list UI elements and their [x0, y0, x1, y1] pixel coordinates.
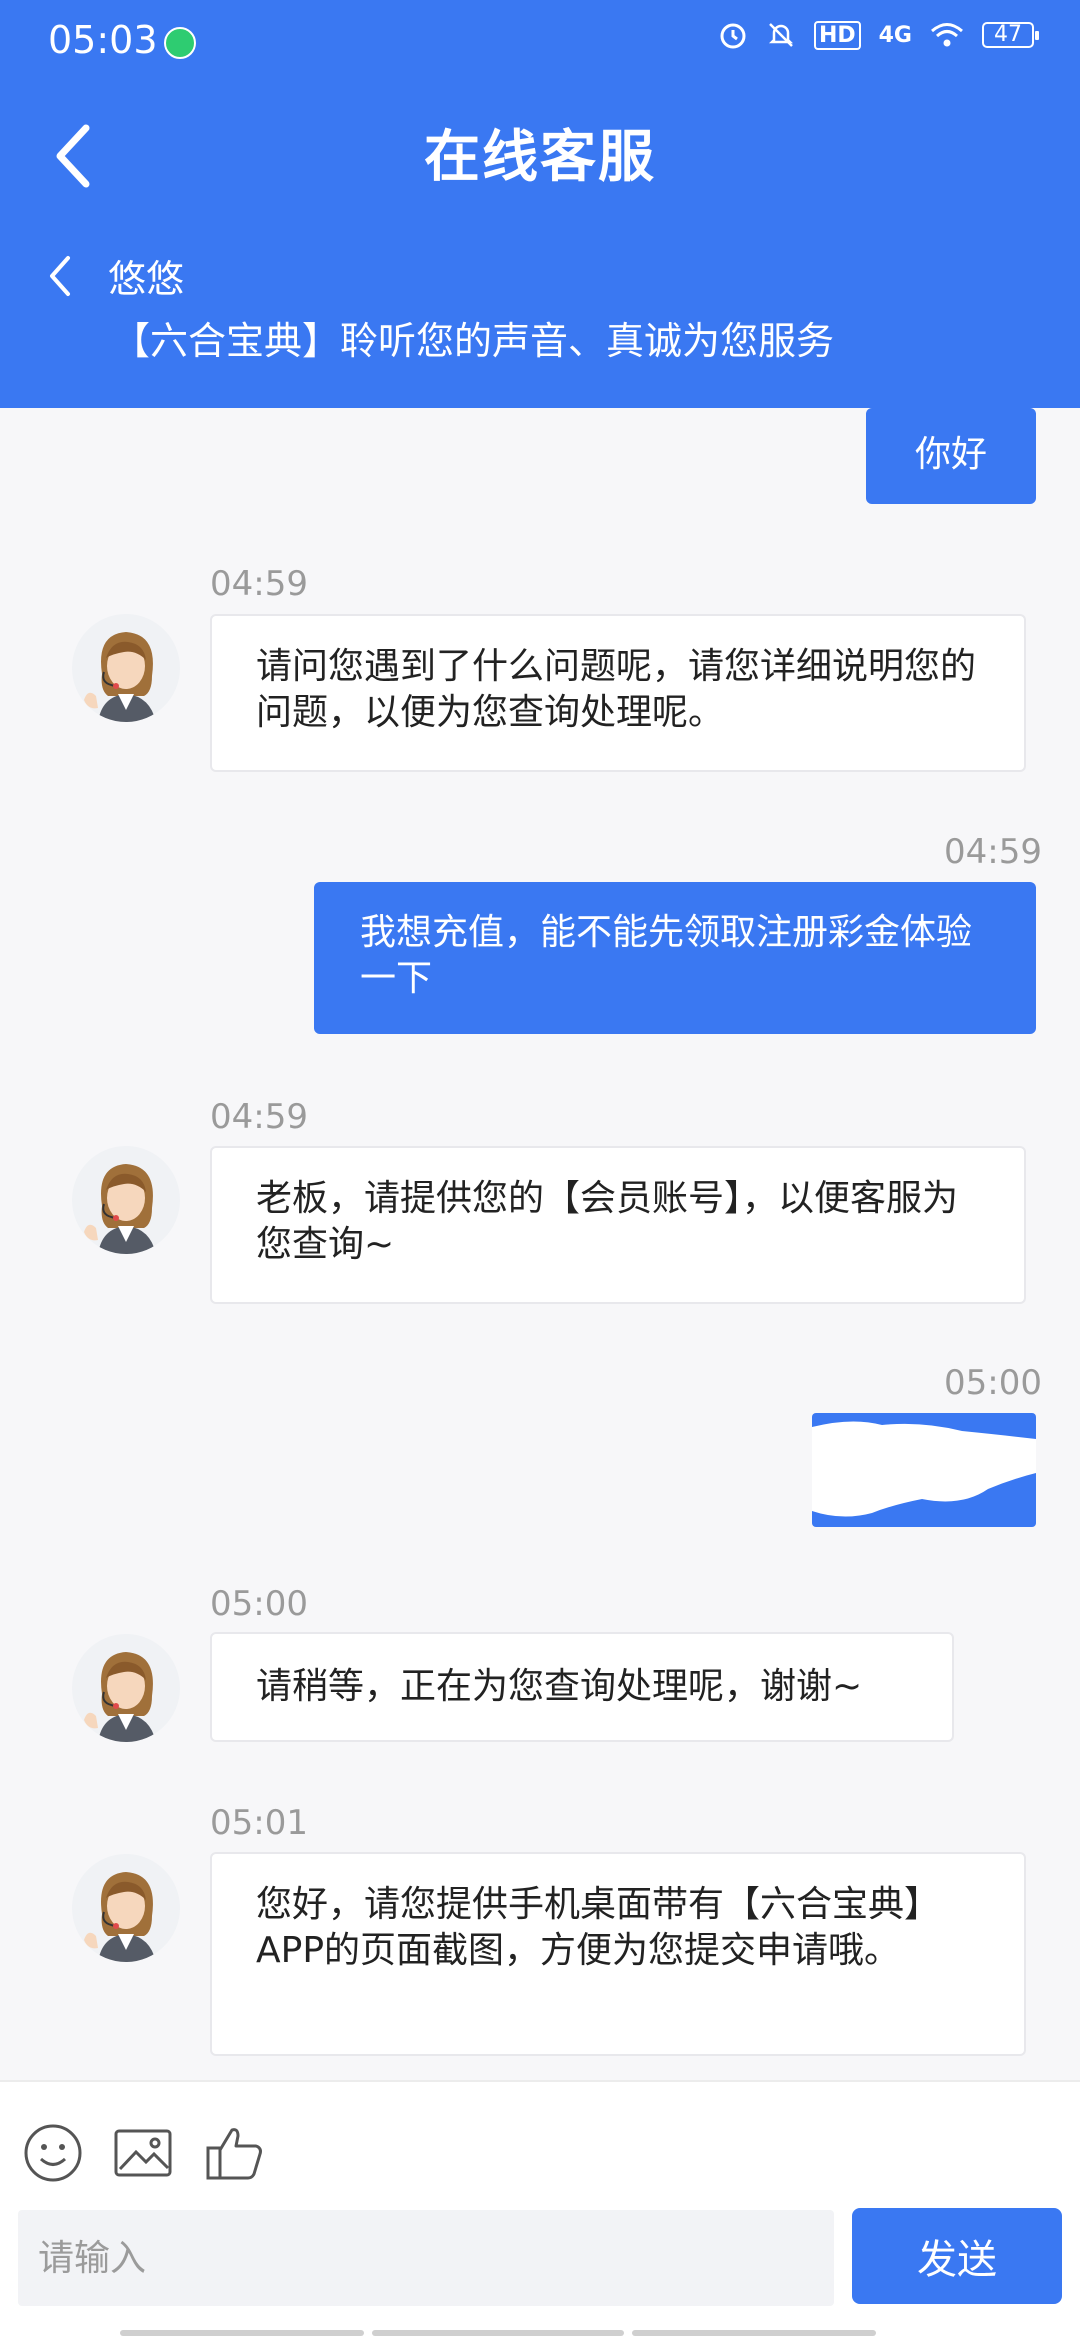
- page-title: 在线客服: [424, 125, 656, 190]
- header: 05:03 HD 4G 47 在线客服 悠悠 【六合宝典】聆听您的声音、真诚为您…: [0, 0, 1080, 408]
- hd-icon: HD: [813, 20, 861, 50]
- service-tagline: 【六合宝典】聆听您的声音、真诚为您服务: [112, 319, 835, 363]
- incoming-message: 请稍等，正在为您查询处理呢，谢谢~: [210, 1632, 954, 1742]
- outgoing-message: 你好: [866, 408, 1036, 504]
- redacted-outgoing-message: [812, 1413, 1036, 1527]
- agent-name: 悠悠: [108, 257, 185, 301]
- message-app-icon: [164, 27, 196, 59]
- status-icons: HD 4G 47: [718, 20, 1039, 50]
- status-time: 05:03: [48, 18, 158, 62]
- message-time: 05:01: [210, 1803, 308, 1843]
- emoji-icon[interactable]: [22, 2122, 84, 2184]
- image-icon[interactable]: [112, 2122, 174, 2184]
- wifi-icon: [931, 23, 963, 47]
- agent-avatar: [72, 1854, 180, 1962]
- agent-avatar: [72, 614, 180, 722]
- chevron-left-icon[interactable]: [44, 250, 76, 302]
- battery-icon: 47: [982, 22, 1039, 48]
- message-time: 04:59: [210, 564, 308, 604]
- alarm-icon: [720, 23, 746, 49]
- message-time: 04:59: [944, 832, 1042, 872]
- composer-bar: 发送: [0, 2080, 1080, 2342]
- signal-4g-icon: 4G: [878, 22, 912, 48]
- outgoing-message: 我想充值，能不能先领取注册彩金体验一下: [314, 882, 1036, 1034]
- mute-icon: [768, 23, 793, 47]
- send-button[interactable]: 发送: [852, 2208, 1062, 2304]
- message-input[interactable]: [18, 2210, 834, 2306]
- message-time: 05:00: [210, 1584, 308, 1624]
- agent-avatar: [72, 1146, 180, 1254]
- message-time: 05:00: [944, 1363, 1042, 1403]
- home-indicator: [120, 2330, 876, 2336]
- incoming-message: 老板，请提供您的【会员账号】，以便客服为您查询~: [210, 1146, 1026, 1304]
- thumbs-up-icon[interactable]: [204, 2122, 266, 2184]
- incoming-message: 请问您遇到了什么问题呢，请您详细说明您的问题，以便为您查询处理呢。: [210, 614, 1026, 772]
- incoming-message: 您好，请您提供手机桌面带有【六合宝典】APP的页面截图，方便为您提交申请哦。: [210, 1852, 1026, 2056]
- agent-avatar: [72, 1634, 180, 1742]
- message-time: 04:59: [210, 1097, 308, 1137]
